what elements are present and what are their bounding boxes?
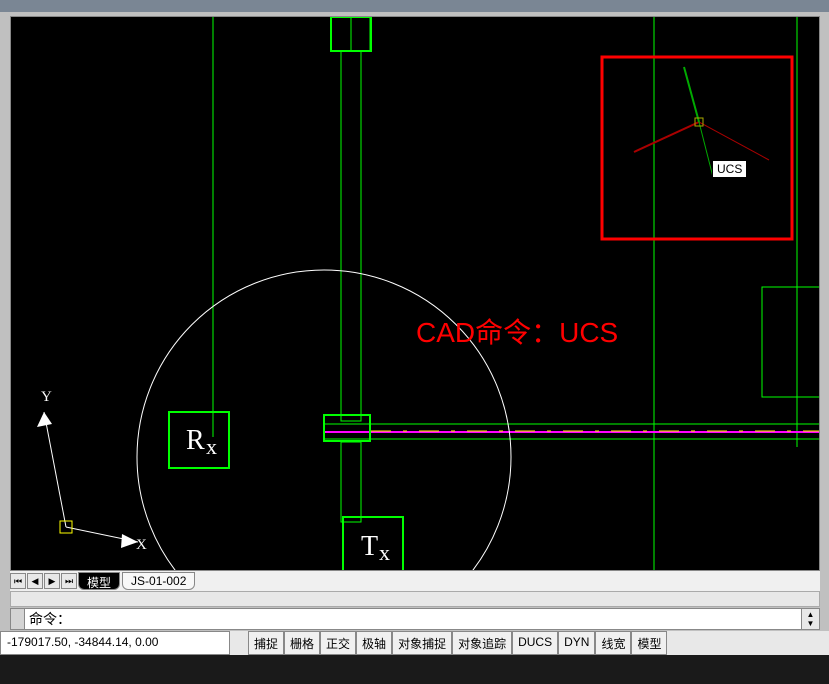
command-grip-icon[interactable]: [11, 609, 25, 629]
command-history-icon[interactable]: ▲▼: [801, 609, 819, 629]
status-ducs[interactable]: DUCS: [512, 631, 558, 655]
status-snap[interactable]: 捕捉: [248, 631, 284, 655]
drawing-content: R x T x: [11, 17, 819, 570]
tab-model[interactable]: 模型: [78, 572, 120, 590]
axis-x-label: X: [136, 537, 147, 554]
tab-nav-prev-icon[interactable]: ◀: [27, 573, 43, 589]
status-osnap[interactable]: 对象捕捉: [392, 631, 452, 655]
ucs-tooltip: UCS: [712, 160, 747, 178]
status-lwt[interactable]: 线宽: [595, 631, 631, 655]
svg-text:R: R: [186, 425, 205, 456]
status-model[interactable]: 模型: [631, 631, 667, 655]
horizontal-scrollbar[interactable]: [10, 591, 820, 607]
status-otrack[interactable]: 对象追踪: [452, 631, 512, 655]
tab-nav-first-icon[interactable]: ⏮: [10, 573, 26, 589]
coordinate-readout[interactable]: -179017.50, -34844.14, 0.00: [0, 631, 230, 655]
bottom-strip: [0, 655, 829, 684]
layout-tabs-bar: ⏮ ◀ ▶ ⏭ 模型 JS-01-002: [10, 571, 820, 591]
tab-layout-1[interactable]: JS-01-002: [122, 572, 195, 590]
axis-y-label: Y: [41, 389, 52, 406]
title-bar: [0, 0, 829, 12]
status-grid[interactable]: 栅格: [284, 631, 320, 655]
svg-text:T: T: [361, 531, 378, 562]
status-dyn[interactable]: DYN: [558, 631, 595, 655]
status-ortho[interactable]: 正交: [320, 631, 356, 655]
tab-nav-next-icon[interactable]: ▶: [44, 573, 60, 589]
annotation-overlay: CAD命令：UCS: [416, 311, 618, 351]
svg-text:x: x: [379, 540, 390, 565]
status-bar: -179017.50, -34844.14, 0.00 捕捉 栅格 正交 极轴 …: [0, 631, 829, 655]
svg-text:x: x: [206, 434, 217, 459]
status-polar[interactable]: 极轴: [356, 631, 392, 655]
drawing-viewport[interactable]: R x T x Y X CA: [10, 16, 820, 571]
command-prompt[interactable]: 命令：: [25, 609, 801, 629]
command-line[interactable]: 命令： ▲▼: [10, 608, 820, 630]
tab-nav-last-icon[interactable]: ⏭: [61, 573, 77, 589]
